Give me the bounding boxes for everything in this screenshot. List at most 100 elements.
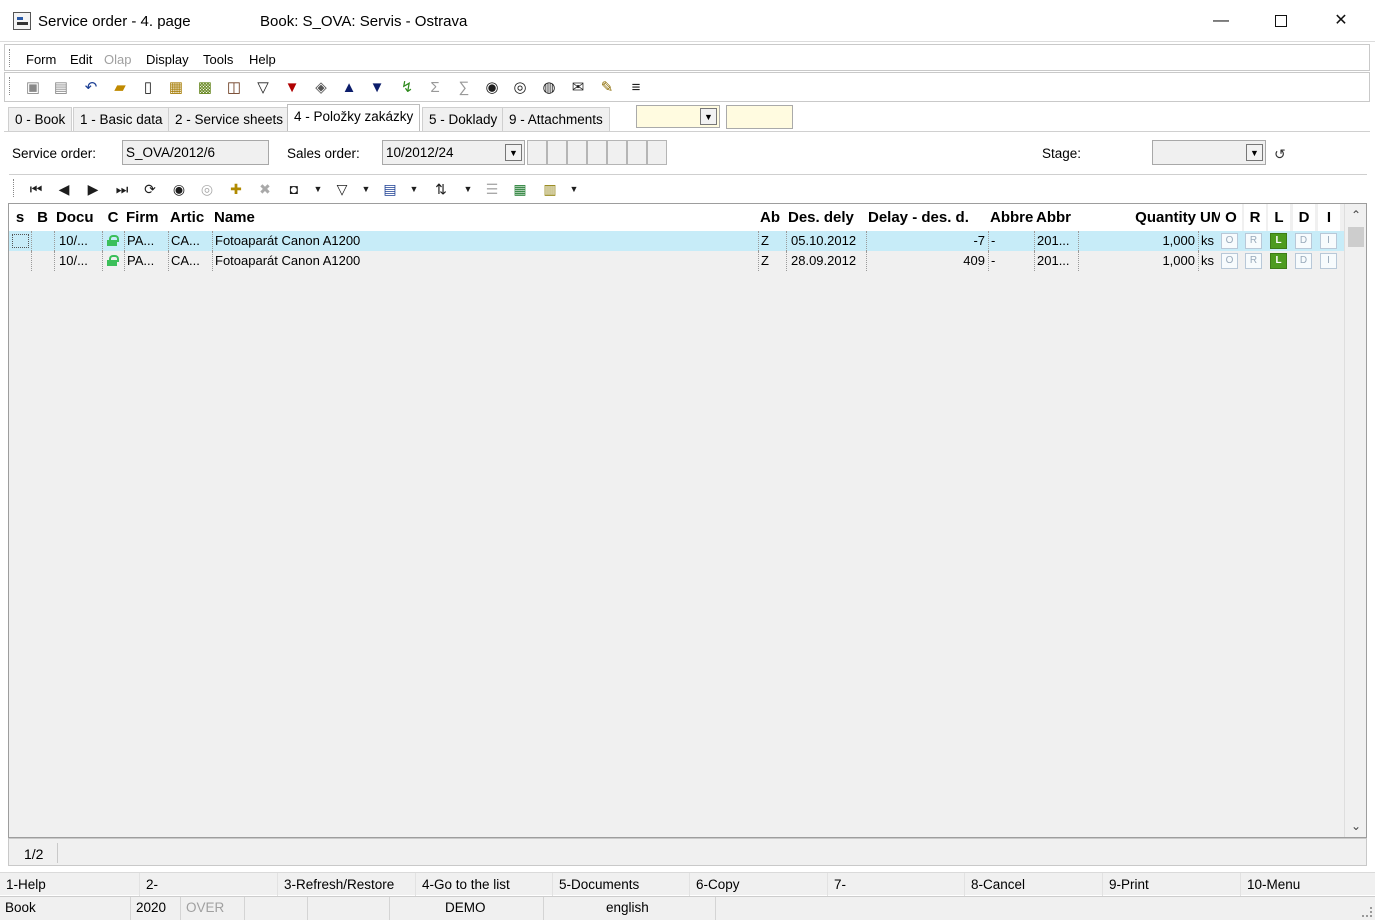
fkey-documents[interactable]: 5-Documents	[552, 873, 689, 896]
chevron-down-icon[interactable]: ▼	[356, 180, 376, 198]
first-record-icon[interactable]: ⏮	[26, 180, 46, 198]
tab-doklady[interactable]: 5 - Doklady	[422, 107, 505, 131]
maximize-button[interactable]	[1258, 6, 1304, 36]
layers-icon[interactable]: ◈	[312, 79, 330, 97]
minimize-button[interactable]: —	[1198, 6, 1244, 36]
flag-r[interactable]: R	[1245, 253, 1262, 269]
column-header-o[interactable]: O	[1220, 204, 1242, 231]
fkey-copy[interactable]: 6-Copy	[689, 873, 827, 896]
refresh-icon[interactable]: ⟳	[140, 180, 160, 198]
filter-settings-icon[interactable]: ▼	[283, 79, 301, 97]
flag-o[interactable]: O	[1221, 253, 1238, 269]
previous-record-icon[interactable]: ◀	[54, 180, 74, 198]
flag-o[interactable]: O	[1221, 233, 1238, 249]
chevron-down-icon[interactable]: ▼	[505, 144, 522, 161]
sum-icon[interactable]: Σ	[426, 79, 444, 97]
tab-service-sheets[interactable]: 2 - Service sheets	[168, 107, 291, 131]
chevron-down-icon[interactable]: ▼	[1246, 144, 1263, 161]
flag-l[interactable]: L	[1270, 253, 1287, 269]
lock-record-icon[interactable]: ▩	[196, 79, 214, 97]
table-row[interactable]: 10/... PA... CA... Fotoaparát Canon A120…	[9, 231, 1344, 251]
close-button[interactable]: ✕	[1318, 6, 1364, 36]
save-as-icon[interactable]: ▤	[52, 79, 70, 97]
sales-order-field[interactable]: 10/2012/24 ▼	[382, 140, 525, 165]
sales-order-segment[interactable]	[547, 140, 567, 165]
import-icon[interactable]: ↯	[398, 79, 416, 97]
chevron-down-icon[interactable]: ▼	[458, 180, 478, 198]
stage-select[interactable]: ▼	[1152, 140, 1266, 165]
column-header-s[interactable]: s	[9, 204, 31, 231]
fkey-7[interactable]: 7-	[827, 873, 964, 896]
table-row[interactable]: 10/... PA... CA... Fotoaparát Canon A120…	[9, 251, 1344, 271]
column-header-document[interactable]: Docu	[54, 204, 102, 231]
fkey-refresh-restore[interactable]: 3-Refresh/Restore	[277, 873, 415, 896]
chevron-down-icon[interactable]: ▼	[308, 180, 328, 198]
email-icon[interactable]: ✉	[569, 79, 587, 97]
filter-icon[interactable]: ▽	[332, 180, 352, 198]
column-header-quantity[interactable]: Quantity	[1078, 204, 1198, 231]
column-header-abbre[interactable]: Abbre	[988, 204, 1034, 231]
menu-display[interactable]: Display	[146, 52, 189, 67]
column-header-des-delivery[interactable]: Des. dely	[786, 204, 866, 231]
find-replace-icon[interactable]: ◍	[540, 79, 558, 97]
fkey-print[interactable]: 9-Print	[1102, 873, 1240, 896]
flag-i[interactable]: I	[1320, 233, 1337, 249]
save-icon[interactable]: ▣	[24, 79, 42, 97]
menu-form[interactable]: Form	[26, 52, 56, 67]
filter-icon[interactable]: ▽	[254, 79, 272, 97]
fkey-go-to-list[interactable]: 4-Go to the list	[415, 873, 552, 896]
more-menu-icon[interactable]: ≡	[627, 79, 645, 97]
book-icon[interactable]: ◫	[225, 79, 243, 97]
move-down-icon[interactable]: ▼	[368, 79, 386, 97]
column-header-delay[interactable]: Delay - des. d.	[866, 204, 988, 231]
column-header-l[interactable]: L	[1268, 204, 1290, 231]
column-header-article[interactable]: Artic	[168, 204, 212, 231]
service-order-field[interactable]: S_OVA/2012/6	[122, 140, 269, 165]
column-header-um[interactable]: UM	[1198, 204, 1220, 231]
fkey-help[interactable]: 1-Help	[0, 873, 138, 896]
menu-edit[interactable]: Edit	[70, 52, 92, 67]
chevron-down-icon[interactable]: ▼	[404, 180, 424, 198]
sales-order-segment[interactable]	[587, 140, 607, 165]
column-header-d[interactable]: D	[1293, 204, 1315, 231]
undo-icon[interactable]: ↶	[82, 79, 100, 97]
tab-attachments[interactable]: 9 - Attachments	[502, 107, 610, 131]
excel-export-icon[interactable]: ▦	[510, 180, 530, 198]
notes-icon[interactable]: ✎	[598, 79, 616, 97]
find-next-icon[interactable]: ◎	[511, 79, 529, 97]
last-record-icon[interactable]: ⏭	[112, 180, 132, 198]
flag-r[interactable]: R	[1245, 233, 1262, 249]
find-icon[interactable]: ◉	[483, 79, 501, 97]
find-icon[interactable]: ◉	[169, 180, 189, 198]
sales-order-segment[interactable]	[627, 140, 647, 165]
stage-history-icon[interactable]: ↺	[1274, 146, 1286, 163]
menu-help[interactable]: Help	[249, 52, 276, 67]
move-up-icon[interactable]: ▲	[340, 79, 358, 97]
column-header-firm[interactable]: Firm	[124, 204, 168, 231]
tab-filter-select[interactable]: ▼	[636, 105, 720, 128]
column-header-c[interactable]: C	[102, 204, 124, 231]
scroll-thumb[interactable]	[1348, 227, 1364, 247]
add-record-icon[interactable]: ✚	[226, 180, 246, 198]
menu-tools[interactable]: Tools	[203, 52, 233, 67]
sum-filter-icon[interactable]: ∑	[455, 79, 473, 97]
chevron-down-icon[interactable]: ⌄	[1345, 817, 1366, 835]
column-header-ab[interactable]: Ab	[758, 204, 786, 231]
next-record-icon[interactable]: ▶	[83, 180, 103, 198]
sales-order-segment[interactable]	[647, 140, 667, 165]
chevron-down-icon[interactable]: ▼	[700, 108, 717, 125]
tab-polozky-zakazky[interactable]: 4 - Položky zakázky	[287, 104, 421, 131]
flag-i[interactable]: I	[1320, 253, 1337, 269]
sort-icon[interactable]: ⇅	[431, 180, 451, 198]
fkey-menu[interactable]: 10-Menu	[1240, 873, 1375, 896]
column-header-r[interactable]: R	[1244, 204, 1266, 231]
copy-records-icon[interactable]: ▦	[167, 79, 185, 97]
grid-vertical-scrollbar[interactable]: ⌃ ⌄	[1344, 204, 1366, 837]
column-header-name[interactable]: Name	[212, 204, 758, 231]
columns-icon[interactable]: ▥	[540, 180, 560, 198]
flag-l[interactable]: L	[1270, 233, 1287, 249]
fkey-cancel[interactable]: 8-Cancel	[964, 873, 1102, 896]
column-header-i[interactable]: I	[1318, 204, 1340, 231]
chevron-up-icon[interactable]: ⌃	[1345, 206, 1366, 224]
camera-icon[interactable]: ◘	[284, 180, 304, 198]
